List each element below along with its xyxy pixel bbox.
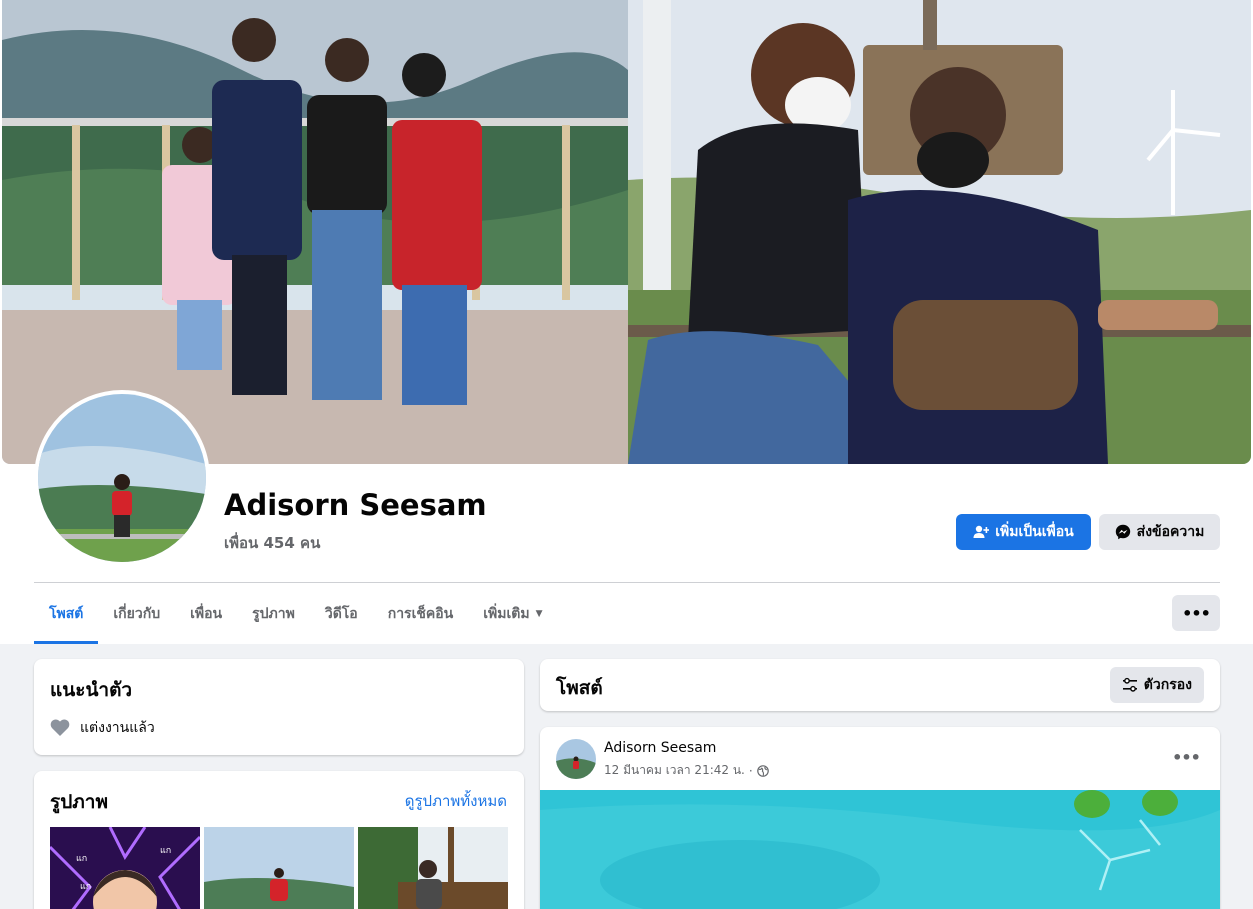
heart-icon <box>50 719 70 736</box>
filter-label: ตัวกรอง <box>1143 677 1192 693</box>
intro-title: แนะนำตัว <box>50 679 133 701</box>
svg-text:แก: แก <box>76 854 87 864</box>
tab-videos[interactable]: วิดีโอ <box>310 584 373 644</box>
add-friend-icon <box>973 525 990 538</box>
caret-down-icon: ▼ <box>535 609 543 619</box>
tab-friends-label: เพื่อน <box>190 606 223 622</box>
tab-posts[interactable]: โพสต์ <box>34 584 99 644</box>
profile-avatar[interactable] <box>34 390 210 566</box>
posts-header-card: โพสต์ ตัวกรอง <box>540 659 1220 711</box>
post-card: Adisorn Seesam 12 มีนาคม เวลา 21:42 น. ·… <box>540 727 1220 909</box>
see-all-photos-link[interactable]: ดูรูปภาพทั้งหมด <box>405 789 507 813</box>
messenger-icon <box>1115 524 1130 540</box>
cover-photo-right <box>628 0 1251 464</box>
add-friend-label: เพิ่มเป็นเพื่อน <box>995 524 1074 540</box>
tab-about[interactable]: เกี่ยวกับ <box>98 584 175 644</box>
svg-text:แก: แก <box>80 882 91 892</box>
profile-tabs: โพสต์ เกี่ยวกับ เพื่อน รูปภาพ วิดีโอ การ… <box>34 584 558 644</box>
profile-header: Adisorn Seesam เพื่อน 454 คน เพิ่มเป็นเพ… <box>0 0 1253 644</box>
relationship-status: แต่งงานแล้ว <box>80 720 155 736</box>
profile-name: Adisorn Seesam <box>224 488 487 522</box>
photo-1: แก แก แก <box>50 827 200 909</box>
tab-photos-label: รูปภาพ <box>252 606 295 622</box>
friends-count[interactable]: เพื่อน 454 คน <box>224 531 320 555</box>
profile-more-button[interactable]: ••• <box>1172 595 1220 631</box>
filter-icon <box>1122 677 1137 692</box>
message-button[interactable]: ส่งข้อความ <box>1099 514 1220 550</box>
add-friend-button[interactable]: เพิ่มเป็นเพื่อน <box>956 514 1091 550</box>
tab-more-label: เพิ่มเติม <box>483 606 530 622</box>
tab-videos-label: วิดีโอ <box>324 606 358 622</box>
intro-card: แนะนำตัว แต่งงานแล้ว <box>34 659 524 755</box>
post-image[interactable] <box>540 790 1220 909</box>
photo-2 <box>204 827 354 909</box>
photo-thumbnail[interactable] <box>358 827 508 909</box>
tab-posts-label: โพสต์ <box>49 606 84 622</box>
posts-title: โพสต์ <box>556 677 603 699</box>
message-label: ส่งข้อความ <box>1136 524 1205 540</box>
photo-thumbnail[interactable] <box>204 827 354 909</box>
avatar <box>556 739 596 779</box>
relationship-row: แต่งงานแล้ว <box>50 717 155 739</box>
header-divider <box>34 582 1220 583</box>
filter-button[interactable]: ตัวกรอง <box>1109 667 1204 703</box>
tab-checkins-label: การเช็คอิน <box>387 606 454 622</box>
photos-card: รูปภาพ ดูรูปภาพทั้งหมด แก แก แก <box>34 771 524 909</box>
photos-title: รูปภาพ <box>50 791 108 813</box>
post-author-avatar[interactable] <box>556 739 596 779</box>
cover-photo[interactable] <box>2 0 1251 464</box>
post-timestamp[interactable]: 12 มีนาคม เวลา 21:42 น. <box>604 761 745 780</box>
tab-about-label: เกี่ยวกับ <box>113 606 161 622</box>
meta-separator: · <box>748 763 753 778</box>
photo-thumbnail[interactable]: แก แก แก <box>50 827 200 909</box>
post-meta: 12 มีนาคม เวลา 21:42 น. · <box>604 761 769 780</box>
svg-text:แก: แก <box>160 846 171 856</box>
photo-3 <box>358 827 508 909</box>
avatar <box>38 394 206 562</box>
tab-more[interactable]: เพิ่มเติม ▼ <box>468 584 557 644</box>
tab-photos[interactable]: รูปภาพ <box>237 584 310 644</box>
post-author-name[interactable]: Adisorn Seesam <box>604 740 716 756</box>
tab-checkins[interactable]: การเช็คอิน <box>373 584 469 644</box>
post-more-button[interactable]: ••• <box>1170 745 1202 769</box>
globe-icon[interactable] <box>756 764 769 777</box>
tab-friends[interactable]: เพื่อน <box>175 584 237 644</box>
